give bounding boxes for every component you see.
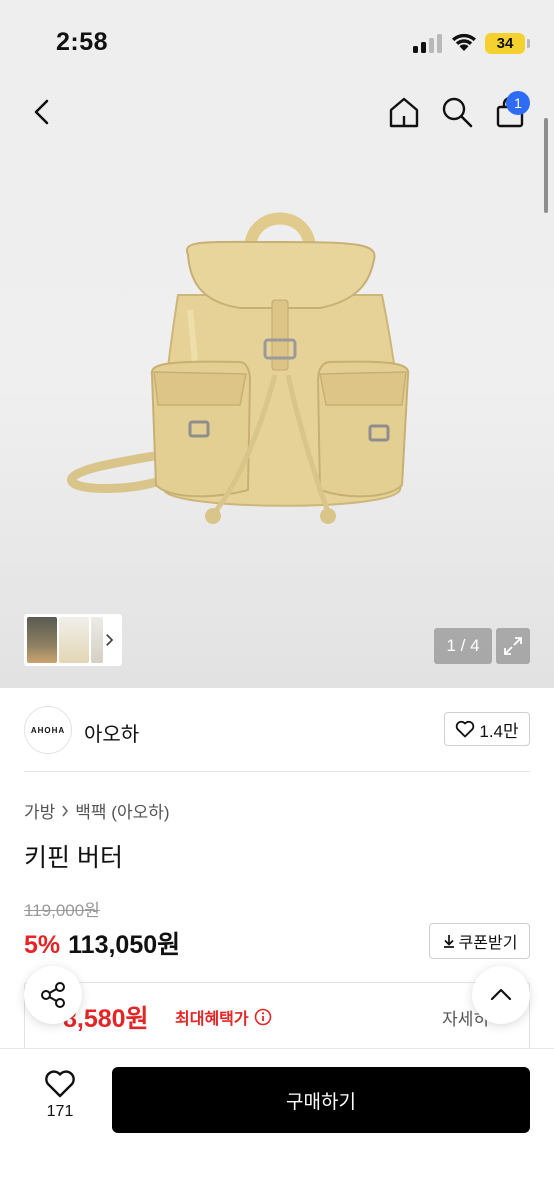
- max-benefit-label-text: 최대혜택가: [175, 1011, 249, 1028]
- cart-count-badge: 1: [506, 91, 530, 115]
- breadcrumb-category[interactable]: 가방: [24, 798, 55, 823]
- thumbnail-strip[interactable]: [24, 614, 122, 666]
- max-benefit-label: 최대혜택가: [175, 1005, 272, 1029]
- status-bar: 2:58 34: [0, 0, 554, 88]
- info-icon[interactable]: [254, 1008, 272, 1026]
- buy-button[interactable]: 구매하기: [112, 1067, 530, 1133]
- heart-icon: [456, 720, 475, 738]
- product-title: 키핀 버터: [24, 844, 123, 872]
- search-icon: [442, 97, 473, 128]
- thumbnail-2[interactable]: [58, 617, 89, 663]
- sale-price: 113,050원: [68, 931, 181, 959]
- brand-name[interactable]: 아오하: [84, 718, 139, 747]
- chevron-right-icon: [106, 634, 114, 646]
- home-button[interactable]: [384, 92, 424, 132]
- back-button[interactable]: [24, 92, 60, 132]
- brand-logo[interactable]: AHOHA: [24, 706, 72, 754]
- chevron-up-icon: [490, 988, 512, 1001]
- chevron-left-icon: [34, 99, 49, 125]
- product-image[interactable]: [60, 200, 500, 540]
- scroll-to-top-button[interactable]: [472, 966, 530, 1024]
- chevron-right-icon: [62, 805, 69, 816]
- thumbnail-3[interactable]: [90, 617, 104, 663]
- discount-rate: 5%: [24, 931, 61, 959]
- brand-like-button[interactable]: 1.4만: [444, 712, 530, 746]
- thumbnail-1[interactable]: [27, 617, 57, 663]
- status-time: 2:58: [56, 28, 109, 56]
- expand-icon: [504, 637, 522, 655]
- battery-tip: [527, 39, 530, 48]
- battery-indicator: 34: [485, 33, 525, 54]
- brand-like-count: 1.4만: [479, 721, 519, 741]
- expand-button[interactable]: [496, 628, 530, 664]
- share-button[interactable]: [24, 966, 82, 1024]
- scroll-indicator: [544, 118, 548, 213]
- wifi-icon: [452, 33, 476, 51]
- image-counter: 1 / 4: [434, 628, 492, 664]
- coupon-button[interactable]: 쿠폰받기: [429, 923, 530, 959]
- signal-icon: [413, 33, 443, 53]
- price-row: 5% 113,050원: [24, 925, 180, 961]
- coupon-label: 쿠폰받기: [458, 935, 518, 952]
- breadcrumb-subcategory[interactable]: 백팩 (아오하): [75, 798, 169, 823]
- wishlist-button[interactable]: 171: [30, 1069, 90, 1129]
- breadcrumb: 가방 백팩 (아오하): [24, 798, 170, 823]
- download-icon: [443, 935, 454, 948]
- divider: [24, 771, 530, 772]
- search-button[interactable]: [437, 92, 477, 132]
- wishlist-count: 171: [46, 1103, 74, 1120]
- brand-row[interactable]: AHOHA 아오하 1.4만: [24, 704, 530, 756]
- home-icon: [389, 97, 419, 128]
- bottom-action-bar: 171 구매하기: [0, 1048, 554, 1200]
- original-price: 119,000원: [24, 901, 100, 920]
- heart-icon: [45, 1070, 75, 1098]
- share-icon: [41, 982, 65, 1008]
